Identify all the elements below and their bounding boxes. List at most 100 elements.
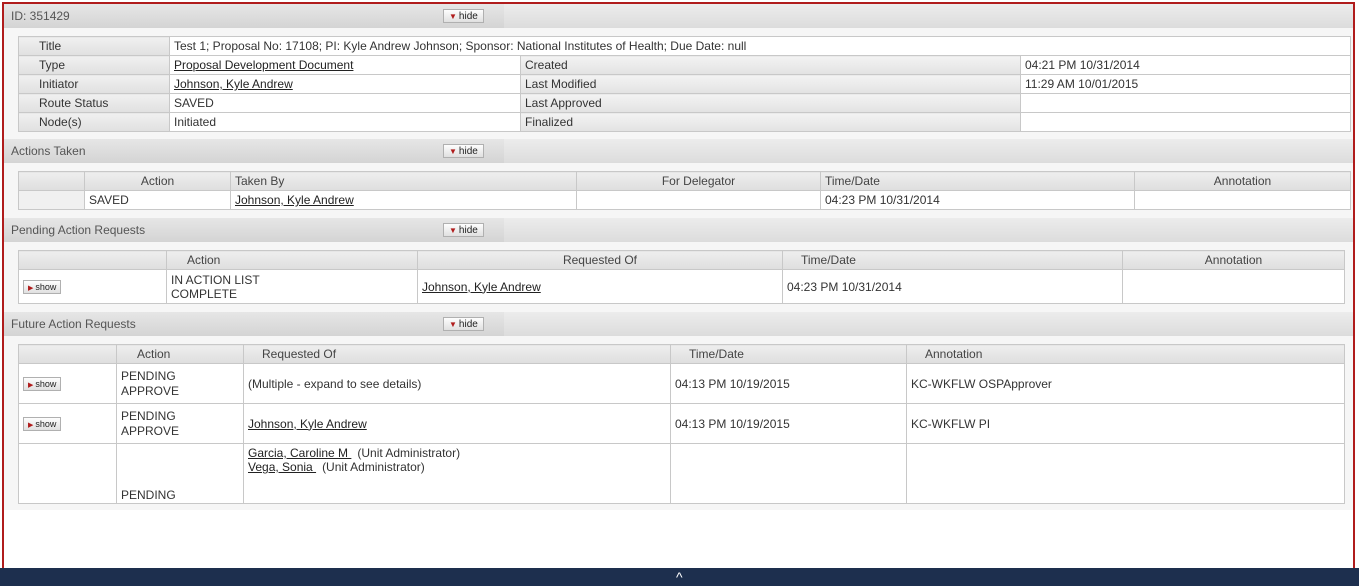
hide-pending-requests-button[interactable]: ▼ hide [443, 223, 484, 237]
annotation-cell: KC-WKFLW PI [906, 403, 1345, 444]
table-row: Initiator Johnson, Kyle Andrew Last Modi… [18, 74, 1352, 94]
column-header-annotation: Annotation [1134, 171, 1351, 191]
action-line-1: PENDING [121, 408, 176, 423]
table-row: ▶ show PENDING APPROVE (Multiple - expand … [18, 363, 1345, 404]
requested-of-link[interactable]: Vega, Sonia [248, 460, 316, 474]
action-line-1: PENDING [121, 488, 176, 502]
table-row: Node(s) Initiated Finalized [18, 112, 1352, 132]
type-link[interactable]: Proposal Development Document [174, 58, 353, 72]
title-label: Title [18, 36, 170, 56]
triangle-down-icon: ▼ [449, 12, 457, 21]
column-header-action: Action [116, 344, 244, 364]
show-future-details-button[interactable]: ▶ show [23, 417, 62, 431]
time-date-cell: 04:23 PM 10/31/2014 [820, 190, 1135, 210]
last-approved-value [1019, 93, 1352, 113]
column-header-time-date: Time/Date [782, 250, 1123, 270]
scroll-to-top-icon[interactable]: ^ [676, 570, 683, 584]
created-value: 04:21 PM 10/31/2014 [1019, 55, 1352, 75]
action-line-2: APPROVE [121, 383, 180, 398]
last-modified-value: 11:29 AM 10/01/2015 [1019, 74, 1352, 94]
actions-taken-title: Actions Taken [11, 144, 86, 158]
nodes-value: Initiated [169, 112, 521, 132]
time-date-cell: 04:13 PM 10/19/2015 [670, 403, 907, 444]
triangle-right-icon: ▶ [28, 285, 34, 292]
type-label: Type [18, 55, 170, 75]
role-label: (Unit Administrator) [322, 460, 425, 474]
pending-requests-table: Action Requested Of Time/Date Annotation… [18, 250, 1345, 304]
document-info-table: Title Test 1; Proposal No: 17108; PI: Ky… [18, 36, 1352, 132]
requested-of-link[interactable]: Garcia, Caroline M [248, 446, 351, 460]
document-info-body: Title Test 1; Proposal No: 17108; PI: Ky… [4, 28, 1353, 139]
table-row: Type Proposal Development Document Creat… [18, 55, 1352, 75]
nodes-label: Node(s) [18, 112, 170, 132]
finalized-label: Finalized [520, 112, 1021, 132]
pending-requests-header: Pending Action Requests ▼ hide [4, 218, 1353, 242]
table-header-row: Action Requested Of Time/Date Annotation [18, 250, 1345, 270]
column-header-for-delegator: For Delegator [576, 171, 821, 191]
hide-future-requests-button[interactable]: ▼ hide [443, 317, 484, 331]
column-header-time-date: Time/Date [820, 171, 1135, 191]
requested-of-cell: (Multiple - expand to see details) [243, 363, 671, 404]
table-row: ▶ show PENDING APPROVE Johnson, Kyle Andre… [18, 403, 1345, 444]
show-future-details-button[interactable]: ▶ show [23, 377, 62, 391]
annotation-cell [906, 443, 1345, 504]
column-header-time-date: Time/Date [670, 344, 907, 364]
actions-taken-body: Action Taken By For Delegator Time/Date … [4, 163, 1353, 218]
triangle-right-icon: ▶ [28, 422, 34, 429]
last-modified-label: Last Modified [520, 74, 1021, 94]
last-approved-label: Last Approved [520, 93, 1021, 113]
annotation-cell [1134, 190, 1351, 210]
annotation-cell [1122, 269, 1345, 304]
pending-requests-body: Action Requested Of Time/Date Annotation… [4, 242, 1353, 312]
role-label: (Unit Administrator) [357, 446, 461, 460]
table-row: PENDING Garcia, Caroline M (Unit Adminis… [18, 443, 1345, 504]
table-row: SAVED Johnson, Kyle Andrew 04:23 PM 10/3… [18, 190, 1351, 210]
taken-by-link[interactable]: Johnson, Kyle Andrew [235, 193, 354, 207]
route-status-value: SAVED [169, 93, 521, 113]
triangle-right-icon: ▶ [28, 382, 34, 389]
requested-of-link[interactable]: Johnson, Kyle Andrew [248, 417, 367, 431]
triangle-down-icon: ▼ [449, 320, 457, 329]
action-line-2: APPROVE [121, 423, 180, 438]
created-label: Created [520, 55, 1021, 75]
hide-actions-taken-button[interactable]: ▼ hide [443, 144, 484, 158]
finalized-value [1019, 112, 1352, 132]
hide-document-button[interactable]: ▼ hide [443, 9, 484, 23]
requested-of-link[interactable]: Johnson, Kyle Andrew [422, 280, 541, 294]
show-pending-details-button[interactable]: ▶ show [23, 280, 62, 294]
route-status-label: Route Status [18, 93, 170, 113]
title-value: Test 1; Proposal No: 17108; PI: Kyle And… [168, 36, 1352, 56]
triangle-down-icon: ▼ [449, 147, 457, 156]
table-header-row: Action Requested Of Time/Date Annotation [18, 344, 1345, 364]
action-line-1: PENDING [121, 368, 176, 383]
bottom-bar: ^ [0, 568, 1359, 586]
triangle-down-icon: ▼ [449, 226, 457, 235]
future-requests-header: Future Action Requests ▼ hide [4, 312, 1353, 336]
annotation-cell: KC-WKFLW OSPApprover [906, 363, 1345, 404]
table-row: ▶ show IN ACTION LIST COMPLETE Johnson, Ky… [18, 269, 1345, 304]
initiator-label: Initiator [18, 74, 170, 94]
action-cell: SAVED [84, 190, 231, 210]
column-header-taken-by: Taken By [230, 171, 577, 191]
time-date-cell: 04:23 PM 10/31/2014 [782, 269, 1123, 304]
table-row: Route Status SAVED Last Approved [18, 93, 1352, 113]
future-requests-body: Action Requested Of Time/Date Annotation… [4, 336, 1353, 510]
actions-taken-header: Actions Taken ▼ hide [4, 139, 1353, 163]
column-header-annotation: Annotation [1122, 250, 1345, 270]
document-id: ID: 351429 [11, 9, 70, 23]
future-requests-title: Future Action Requests [11, 317, 136, 331]
column-header-action: Action [166, 250, 418, 270]
pending-requests-title: Pending Action Requests [11, 223, 146, 237]
column-header-annotation: Annotation [906, 344, 1345, 364]
column-header-requested-of: Requested Of [417, 250, 783, 270]
column-header-action: Action [84, 171, 231, 191]
for-delegator-cell [576, 190, 821, 210]
route-log-frame: ID: 351429 ▼ hide Title Test 1; Proposal … [2, 2, 1355, 586]
time-date-cell: 04:13 PM 10/19/2015 [670, 363, 907, 404]
actions-taken-table: Action Taken By For Delegator Time/Date … [18, 171, 1351, 210]
future-requests-table: Action Requested Of Time/Date Annotation… [18, 344, 1345, 504]
column-header-requested-of: Requested Of [243, 344, 671, 364]
action-line-1: IN ACTION LIST [171, 272, 260, 287]
initiator-link[interactable]: Johnson, Kyle Andrew [174, 77, 293, 91]
table-header-row: Action Taken By For Delegator Time/Date … [18, 171, 1351, 191]
